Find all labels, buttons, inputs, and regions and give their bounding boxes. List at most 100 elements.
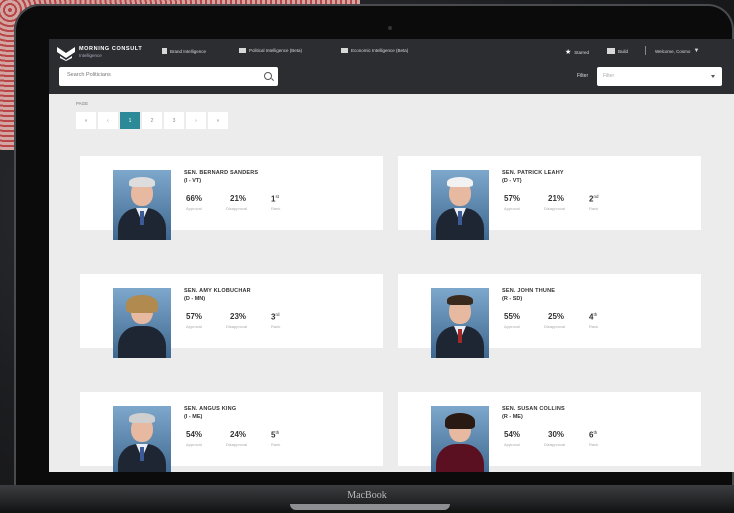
rank-label: Rank [589, 206, 599, 211]
device-label: MacBook [347, 490, 387, 501]
pagination: « ‹ 1 2 3 › » [76, 112, 228, 129]
approval-value: 55% [504, 312, 521, 321]
app-screen: MORNING CONSULT Intelligence Brand Intel… [49, 39, 734, 472]
rank-label: Rank [271, 324, 281, 329]
rank-value: 3rd [271, 312, 280, 322]
approval-label: Approval [186, 442, 202, 447]
rank-label: Rank [589, 324, 599, 329]
brand-name: MORNING CONSULT [79, 46, 143, 52]
disapproval-label: Disapproval [226, 206, 248, 211]
top-navbar: MORNING CONSULT Intelligence Brand Intel… [49, 39, 734, 94]
morning-consult-logo [57, 47, 75, 61]
approval-label: Approval [504, 206, 520, 211]
senator-card[interactable]: SEN. BERNARD SANDERS (I - VT) 66% 21% 1s… [80, 156, 383, 240]
line-chart-icon [341, 48, 348, 53]
rank-value: 4th [589, 312, 598, 322]
nav-link-label: Economic Intelligence (Beta) [351, 48, 409, 53]
senator-card[interactable]: SEN. PATRICK LEAHY (D - VT) 57% 21% 2nd … [398, 156, 701, 240]
senator-name: SEN. SUSAN COLLINS [502, 406, 565, 412]
build-link[interactable]: Build [607, 48, 628, 54]
senator-card[interactable]: SEN. ANGUS KING (I - ME) 54% 24% 5th App… [80, 392, 383, 472]
disapproval-value: 25% [548, 312, 565, 321]
senator-photo [431, 406, 489, 472]
disapproval-value: 30% [548, 430, 565, 439]
senator-name: SEN. ANGUS KING [184, 406, 237, 412]
page-prev-button[interactable]: ‹ [98, 112, 118, 129]
disapproval-label: Disapproval [544, 442, 566, 447]
rank-value: 6th [589, 430, 598, 440]
senator-name: SEN. AMY KLOBUCHAR [184, 288, 251, 294]
senator-party: (D - VT) [502, 178, 522, 184]
senator-photo [113, 406, 171, 472]
disapproval-value: 23% [230, 312, 247, 321]
chevron-down-icon: ▼ [693, 48, 700, 54]
page-label: PAGE [76, 101, 89, 106]
page-next-button[interactable]: › [186, 112, 206, 129]
approval-value: 57% [504, 194, 521, 203]
rank-label: Rank [271, 206, 281, 211]
disapproval-value: 24% [230, 430, 247, 439]
user-menu[interactable]: Welcome, Cosmo ▼ [655, 48, 699, 54]
senator-name: SEN. JOHN THUNE [502, 288, 556, 294]
search-input[interactable] [65, 71, 259, 79]
approval-value: 54% [186, 430, 203, 439]
caret-down-icon [711, 75, 715, 78]
brand-subtitle: Intelligence [79, 53, 102, 58]
page-last-button[interactable]: » [208, 112, 228, 129]
approval-label: Approval [504, 324, 520, 329]
search-icon[interactable] [264, 72, 272, 80]
senator-party: (R - SD) [502, 296, 523, 302]
senator-card[interactable]: SEN. SUSAN COLLINS (R - ME) 54% 30% 6th … [398, 392, 701, 472]
laptop-notch [290, 504, 450, 510]
approval-label: Approval [186, 324, 202, 329]
page-2-button[interactable]: 2 [142, 112, 162, 129]
nav-link-economic-intelligence[interactable]: Economic Intelligence (Beta) [341, 48, 408, 53]
senator-photo [113, 170, 171, 240]
rank-label: Rank [271, 442, 281, 447]
nav-link-label: Political Intelligence (Beta) [249, 48, 303, 53]
senator-name: SEN. BERNARD SANDERS [184, 170, 259, 176]
filter-label: Filter [577, 73, 589, 79]
senator-party: (R - ME) [502, 414, 523, 420]
disapproval-value: 21% [548, 194, 565, 203]
disapproval-label: Disapproval [226, 442, 248, 447]
starred-label: Starred [574, 49, 590, 55]
approval-value: 54% [504, 430, 521, 439]
flag-icon [239, 48, 246, 53]
rank-label: Rank [589, 442, 599, 447]
nav-link-political-intelligence[interactable]: Political Intelligence (Beta) [239, 48, 302, 53]
bar-chart-icon [607, 48, 615, 54]
nav-link-brand-intelligence[interactable]: Brand Intelligence [162, 48, 206, 54]
camera-icon [388, 26, 392, 30]
search-box[interactable] [59, 67, 278, 86]
senator-party: (I - ME) [184, 414, 203, 420]
rank-value: 1st [271, 194, 279, 204]
senator-card[interactable]: SEN. JOHN THUNE (R - SD) 55% 25% 4th App… [398, 274, 701, 358]
disapproval-value: 21% [230, 194, 247, 203]
senator-photo [431, 170, 489, 240]
senator-photo [113, 288, 171, 358]
nav-divider [645, 46, 646, 55]
disapproval-label: Disapproval [544, 324, 566, 329]
senator-card[interactable]: SEN. AMY KLOBUCHAR (D - MN) 57% 23% 3rd … [80, 274, 383, 358]
disapproval-label: Disapproval [226, 324, 248, 329]
approval-value: 57% [186, 312, 203, 321]
star-icon: ★ [565, 49, 572, 56]
starred-link[interactable]: ★ Starred [565, 48, 589, 56]
senator-name: SEN. PATRICK LEAHY [502, 170, 564, 176]
page-3-button[interactable]: 3 [164, 112, 184, 129]
filter-select[interactable]: Filter [597, 67, 722, 86]
laptop-frame: MORNING CONSULT Intelligence Brand Intel… [14, 4, 734, 494]
bar-chart-icon [162, 48, 167, 54]
build-label: Build [618, 48, 629, 54]
nav-link-label: Brand Intelligence [170, 48, 207, 54]
page-1-button[interactable]: 1 [120, 112, 140, 129]
senator-photo [431, 288, 489, 358]
approval-label: Approval [186, 206, 202, 211]
welcome-label: Welcome, Cosmo [655, 48, 691, 54]
rank-value: 5th [271, 430, 280, 440]
filter-placeholder: Filter [603, 73, 615, 79]
rank-value: 2nd [589, 194, 599, 204]
senator-party: (I - VT) [184, 178, 202, 184]
page-first-button[interactable]: « [76, 112, 96, 129]
